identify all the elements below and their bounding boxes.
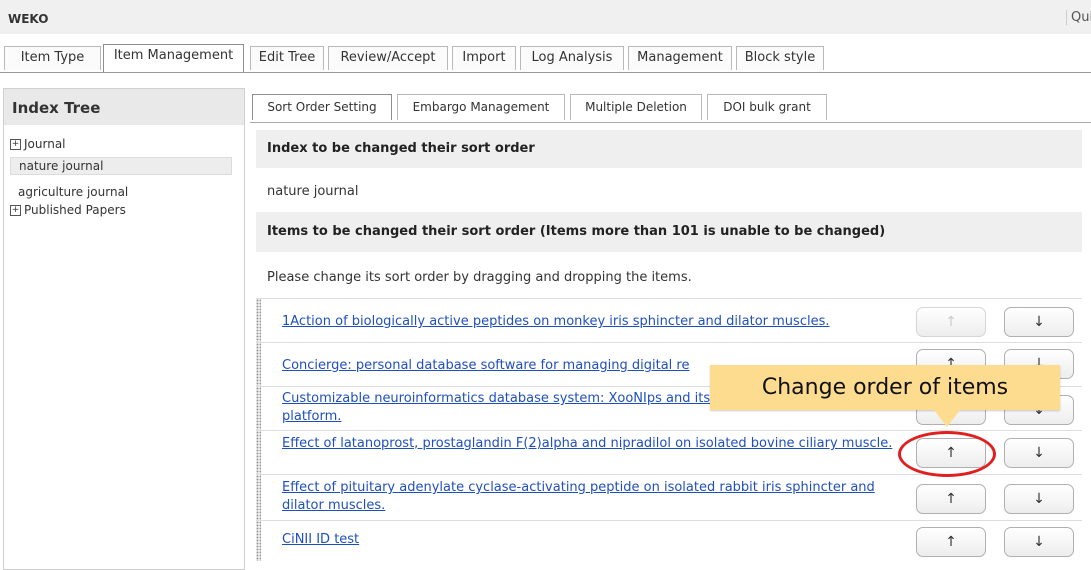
tab-item-type[interactable]: Item Type [4, 46, 101, 70]
tab-embargo-management[interactable]: Embargo Management [397, 94, 565, 120]
app-title: WEKO [8, 12, 49, 26]
tab-log-analysis[interactable]: Log Analysis [520, 46, 624, 70]
tree-node-journal[interactable]: + Journal [10, 137, 66, 151]
tab-item-management[interactable]: Item Management [103, 44, 244, 72]
callout-text: Change order of items [761, 375, 1009, 400]
instruction-text: Please change its sort order by dragging… [267, 270, 692, 285]
move-down-button[interactable]: ↓ [1004, 527, 1074, 557]
item-title-link[interactable]: Effect of latanoprost, prostaglandin F(2… [282, 435, 902, 453]
tab-divider [0, 72, 1091, 73]
drag-handle[interactable] [256, 299, 261, 342]
quick-link[interactable]: Qui [1066, 10, 1091, 25]
drag-handle[interactable] [256, 387, 261, 430]
drag-handle[interactable] [256, 521, 261, 561]
expand-icon[interactable]: + [10, 139, 21, 150]
move-up-button[interactable]: ↑ [916, 307, 986, 337]
callout-pointer [934, 410, 960, 427]
item-title-link[interactable]: CiNII ID test [282, 531, 902, 549]
tab-sort-order-setting[interactable]: Sort Order Setting [252, 94, 392, 120]
list-item[interactable]: Effect of pituitary adenylate cyclase-ac… [256, 474, 1082, 520]
tree-node-published-papers[interactable]: + Published Papers [10, 203, 126, 217]
expand-icon[interactable]: + [10, 205, 21, 216]
move-down-button[interactable]: ↓ [1004, 484, 1074, 514]
items-heading: Items to be changed their sort order (It… [256, 212, 1082, 252]
item-title-link[interactable]: Effect of pituitary adenylate cyclase-ac… [282, 479, 902, 515]
app-header: WEKO Qui [0, 0, 1091, 34]
drag-handle[interactable] [256, 343, 261, 386]
highlight-ring [898, 431, 996, 477]
tab-edit-tree[interactable]: Edit Tree [250, 46, 324, 70]
move-down-button[interactable]: ↓ [1004, 438, 1074, 468]
move-down-button[interactable]: ↓ [1004, 307, 1074, 337]
tree-node-agriculture-journal[interactable]: agriculture journal [18, 185, 128, 199]
move-up-button[interactable]: ↑ [916, 484, 986, 514]
sub-tab-divider [250, 122, 1091, 123]
sort-order-panel: Index to be changed their sort order nat… [256, 130, 1082, 561]
index-tree-panel: Index Tree + Journal nature journal agric… [3, 88, 245, 570]
tree-node-label: Published Papers [24, 203, 126, 217]
tab-multiple-deletion[interactable]: Multiple Deletion [570, 94, 702, 120]
index-value: nature journal [267, 184, 359, 199]
move-up-button[interactable]: ↑ [916, 527, 986, 557]
drag-handle[interactable] [256, 475, 261, 520]
list-item[interactable]: 1Action of biologically active peptides … [256, 298, 1082, 342]
list-item[interactable]: CiNII ID test ↑ ↓ [256, 520, 1082, 561]
sub-tab-bar: Sort Order Setting Embargo Management Mu… [250, 90, 1091, 124]
tab-management[interactable]: Management [628, 46, 732, 70]
tree-node-nature-journal[interactable]: nature journal [10, 157, 232, 175]
tab-doi-bulk-grant[interactable]: DOI bulk grant [707, 94, 827, 120]
drag-handle[interactable] [256, 431, 261, 474]
index-tree-header: Index Tree [4, 89, 244, 125]
tab-import[interactable]: Import [452, 46, 516, 70]
annotation-callout: Change order of items [710, 365, 1060, 410]
index-tree-title: Index Tree [12, 99, 101, 117]
tab-block-style[interactable]: Block style [736, 46, 824, 70]
tab-review-accept[interactable]: Review/Accept [328, 46, 448, 70]
tree-node-label: Journal [24, 137, 66, 151]
main-tab-bar: Item Type Item Management Edit Tree Revi… [0, 44, 1091, 74]
item-title-link[interactable]: 1Action of biologically active peptides … [282, 313, 902, 331]
index-heading: Index to be changed their sort order [256, 130, 1082, 168]
